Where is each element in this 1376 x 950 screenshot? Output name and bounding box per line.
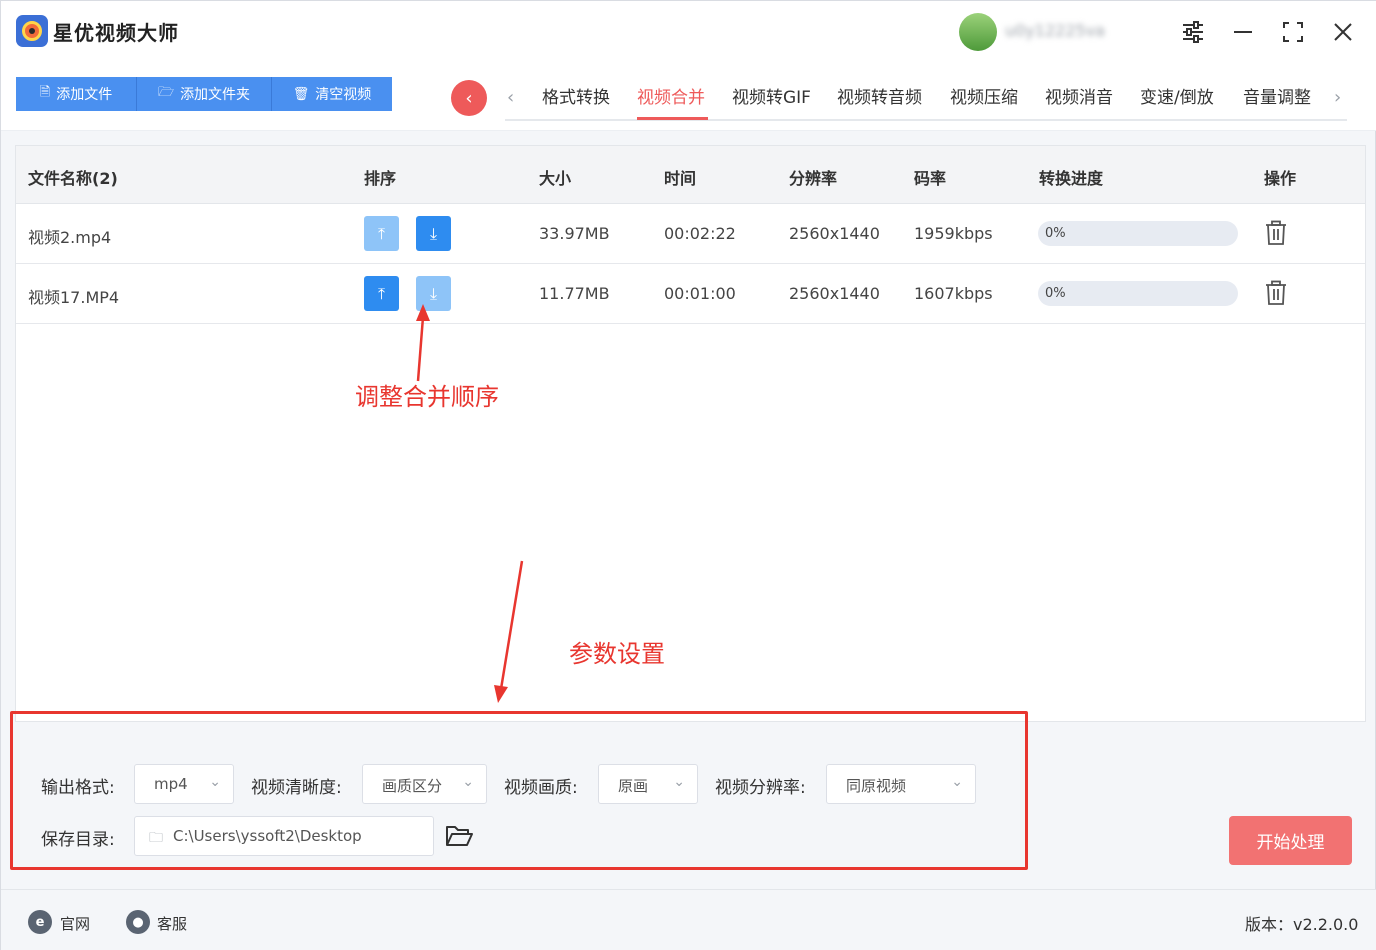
- tab-video-to-audio[interactable]: 视频转音频: [837, 83, 922, 108]
- file-duration: 00:01:00: [664, 284, 736, 303]
- add-folder-button[interactable]: 🗁 添加文件夹: [137, 77, 272, 111]
- chevron-left-icon: ‹: [465, 87, 473, 109]
- toolbar: 🗎 添加文件 🗁 添加文件夹 🗑 清空视频 ‹ ‹ › 格式转换 视频合并 视频…: [1, 63, 1376, 131]
- col-bitrate: 码率: [914, 169, 947, 188]
- add-file-button[interactable]: 🗎 添加文件: [16, 77, 137, 111]
- chat-bubble-icon[interactable]: ●: [126, 910, 150, 934]
- folder-icon: 🗁: [157, 85, 175, 100]
- params-hint-annotation: 参数设置: [569, 640, 665, 668]
- add-folder-label: 添加文件夹: [180, 87, 251, 103]
- close-icon[interactable]: [1328, 17, 1358, 47]
- file-duration: 00:02:22: [664, 224, 736, 243]
- file-size: 11.77MB: [539, 284, 610, 303]
- tab-speed-reverse[interactable]: 变速/倒放: [1140, 83, 1214, 108]
- minimize-icon[interactable]: [1228, 17, 1258, 47]
- table-header: 文件名称(2) 排序 大小 时间 分辨率 码率 转换进度 操作: [16, 146, 1365, 204]
- version-text: 版本：v2.2.0.0: [1245, 915, 1359, 934]
- convert-progress-bar: 0%: [1038, 281, 1238, 306]
- move-down-button: ⤓: [416, 276, 451, 311]
- website-e-icon[interactable]: e: [28, 910, 52, 934]
- file-name: 视频17.MP4: [28, 288, 120, 307]
- title-bar: 星优视频大师 u0y12225va: [1, 1, 1376, 63]
- col-resolution: 分辨率: [789, 169, 838, 188]
- tab-video-to-gif[interactable]: 视频转GIF: [732, 83, 811, 108]
- move-up-button[interactable]: ⤒: [364, 276, 399, 311]
- trash-icon: 🗑: [292, 86, 310, 102]
- arrow-down-icon: ⤓: [429, 223, 438, 243]
- convert-progress-bar: 0%: [1038, 221, 1238, 246]
- tab-volume-adjust[interactable]: 音量调整: [1243, 83, 1311, 108]
- col-name: 文件名称(2): [28, 169, 118, 188]
- maximize-icon[interactable]: [1278, 17, 1308, 47]
- file-bitrate: 1607kbps: [914, 284, 993, 303]
- file-name: 视频2.mp4: [28, 228, 112, 247]
- active-tab-indicator: [637, 117, 708, 120]
- support-link[interactable]: 客服: [157, 913, 187, 934]
- col-action: 操作: [1264, 169, 1297, 188]
- app-logo-icon: [16, 15, 48, 47]
- file-table: 文件名称(2) 排序 大小 时间 分辨率 码率 转换进度 操作 视频2.mp4 …: [15, 145, 1366, 722]
- username[interactable]: u0y12225va: [1005, 21, 1155, 41]
- settings-sliders-icon[interactable]: [1178, 17, 1208, 47]
- tab-video-compress[interactable]: 视频压缩: [950, 83, 1018, 108]
- arrow-down-icon: ⤓: [429, 283, 438, 303]
- clear-videos-button[interactable]: 🗑 清空视频: [272, 77, 392, 111]
- website-link[interactable]: 官网: [60, 913, 90, 934]
- app-title: 星优视频大师: [53, 21, 179, 45]
- clear-videos-label: 清空视频: [315, 87, 372, 103]
- sort-hint-annotation: 调整合并顺序: [355, 383, 499, 411]
- file-resolution: 2560x1440: [789, 224, 880, 243]
- progress-text: 0%: [1045, 226, 1066, 241]
- progress-text: 0%: [1045, 286, 1066, 301]
- tab-video-merge[interactable]: 视频合并: [637, 83, 705, 108]
- arrow-up-icon: ⤒: [377, 283, 386, 303]
- delete-trash-icon[interactable]: [1264, 280, 1288, 306]
- app-window: 星优视频大师 u0y12225va 🗎 添加文件 🗁 添加文件夹 🗑 清空视频: [0, 0, 1376, 950]
- move-down-button[interactable]: ⤓: [416, 216, 451, 251]
- table-row[interactable]: 视频2.mp4 ⤒ ⤓ 33.97MB 00:02:22 2560x1440 1…: [16, 204, 1365, 264]
- col-time: 时间: [664, 169, 697, 188]
- tab-video-mute[interactable]: 视频消音: [1045, 83, 1113, 108]
- file-icon: 🗎: [39, 85, 51, 100]
- user-avatar[interactable]: [959, 13, 997, 51]
- file-size: 33.97MB: [539, 224, 610, 243]
- file-bitrate: 1959kbps: [914, 224, 993, 243]
- start-process-button[interactable]: 开始处理: [1229, 816, 1352, 865]
- tab-format-convert[interactable]: 格式转换: [542, 83, 610, 108]
- file-resolution: 2560x1440: [789, 284, 880, 303]
- back-button[interactable]: ‹: [451, 80, 487, 116]
- col-sort: 排序: [364, 169, 397, 188]
- footer: e 官网 ● 客服 版本：v2.2.0.0: [1, 889, 1376, 950]
- settings-highlight-box: [10, 711, 1028, 870]
- col-progress: 转换进度: [1039, 169, 1104, 188]
- col-size: 大小: [539, 169, 572, 188]
- arrow-up-icon: ⤒: [377, 223, 386, 243]
- move-up-button: ⤒: [364, 216, 399, 251]
- add-file-label: 添加文件: [56, 87, 113, 103]
- feature-tabs: 格式转换 视频合并 视频转GIF 视频转音频 视频压缩 视频消音 变速/倒放 音…: [505, 77, 1347, 121]
- delete-trash-icon[interactable]: [1264, 220, 1288, 246]
- table-row[interactable]: 视频17.MP4 ⤒ ⤓ 11.77MB 00:01:00 2560x1440 …: [16, 264, 1365, 324]
